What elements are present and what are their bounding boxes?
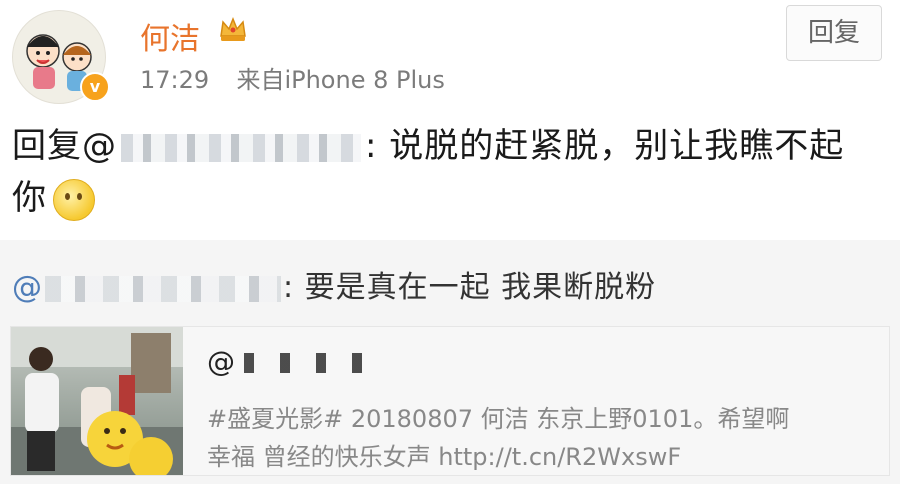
redacted-username	[121, 133, 361, 162]
photo-thumbnail-icon	[11, 327, 183, 475]
linked-post-card[interactable]: @ #盛夏光影# 20180807 何洁 东京上野0101。希望啊 幸福 曾经的…	[10, 326, 890, 476]
comment-line2: 你	[12, 178, 47, 218]
comment-prefix: 回复@	[12, 126, 117, 166]
smile-emoji-icon	[53, 178, 95, 221]
card-mention: @	[207, 345, 374, 378]
post-header: v 何洁 17:29 来自iPhone 8 Plus 回复	[0, 0, 900, 108]
quoted-at[interactable]: @	[12, 270, 43, 305]
reply-button[interactable]: 回复	[786, 5, 882, 61]
redacted-username	[45, 275, 281, 302]
card-description-line1: #盛夏光影# 20180807 何洁 东京上野0101。希望啊	[207, 405, 790, 433]
comment-suffix: : 说脱的赶紧脱，别让我瞧不起	[365, 126, 845, 166]
quoted-text: @ : 要是真在一起 我果断脱粉	[12, 262, 656, 306]
quoted-body: : 要是真在一起 我果断脱粉	[283, 270, 657, 305]
quoted-post[interactable]: @: 要是真在一起 我果断脱粉 @ #盛夏光影# 20180807 何洁 东京上…	[0, 240, 900, 484]
username[interactable]: 何洁	[140, 14, 200, 58]
post-thumbnail[interactable]	[11, 327, 183, 475]
post-source: 来自iPhone 8 Plus	[236, 66, 445, 94]
comment-text: 回复@ : 说脱的赶紧脱，别让我瞧不起 你	[12, 120, 888, 224]
card-description-line2[interactable]: 幸福 曾经的快乐女声 http://t.cn/R2WxswF	[207, 437, 681, 472]
crown-icon	[220, 16, 246, 41]
post-meta: 17:29 来自iPhone 8 Plus	[140, 60, 445, 95]
verified-badge-icon: v	[80, 72, 110, 102]
card-at[interactable]: @	[207, 345, 235, 378]
redacted-username	[243, 353, 374, 373]
post-time: 17:29	[140, 66, 210, 94]
